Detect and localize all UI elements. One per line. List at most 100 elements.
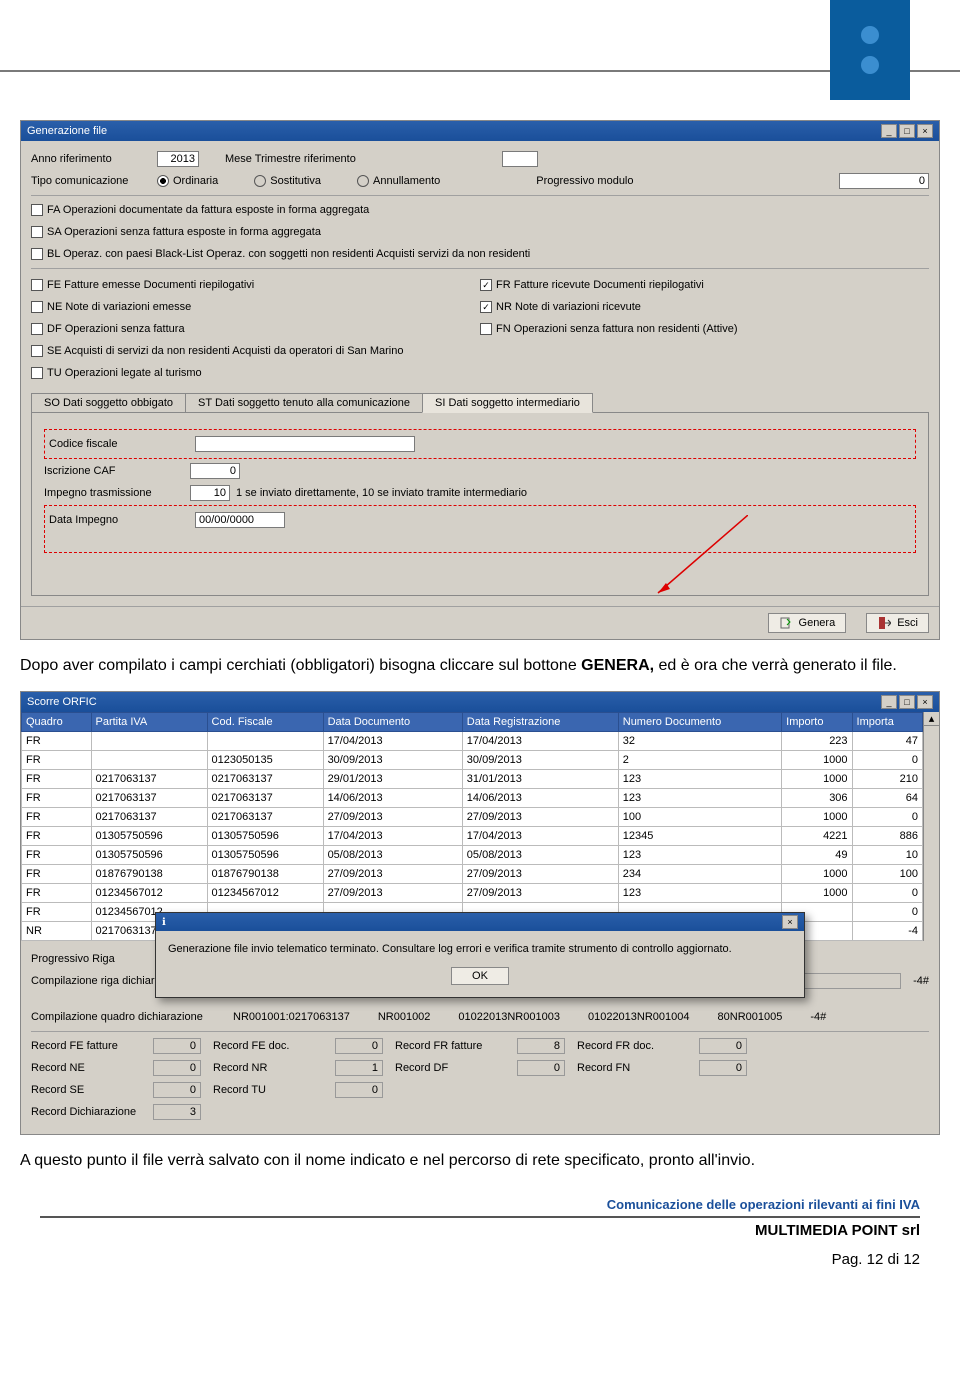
table-header[interactable]: Data Registrazione (462, 713, 618, 732)
progressivo-input[interactable]: 0 (839, 173, 929, 189)
summary-value: 0 (335, 1082, 383, 1098)
table-cell: 17/04/2013 (323, 732, 462, 751)
minimize-button[interactable]: _ (881, 124, 897, 138)
iscr-input[interactable]: 0 (190, 463, 240, 479)
scrollbar[interactable]: ▴ (923, 712, 939, 941)
table-cell: 234 (618, 865, 781, 884)
tipo-label: Tipo comunicazione (31, 175, 151, 187)
table-cell: NR (22, 922, 92, 941)
table-cell: 27/09/2013 (462, 884, 618, 903)
check-fr[interactable]: FR Fatture ricevute Documenti riepilogat… (480, 279, 704, 291)
table-header[interactable]: Quadro (22, 713, 92, 732)
table-header[interactable]: Partita IVA (91, 713, 207, 732)
table-cell: 1000 (782, 884, 852, 903)
table-cell: 31/01/2013 (462, 770, 618, 789)
close-button[interactable]: × (917, 124, 933, 138)
check-df[interactable]: DF Operazioni senza fattura (31, 323, 185, 335)
table-row[interactable]: FR17/04/201317/04/20133222347 (22, 732, 923, 751)
table-row[interactable]: FR018767901380187679013827/09/201327/09/… (22, 865, 923, 884)
table-cell: 0217063137 (91, 770, 207, 789)
cf-input[interactable] (195, 436, 415, 452)
table-row[interactable]: FR0217063137021706313714/06/201314/06/20… (22, 789, 923, 808)
table-cell: FR (22, 884, 92, 903)
table-header[interactable]: Numero Documento (618, 713, 781, 732)
table-cell: 49 (782, 846, 852, 865)
table-cell: 01234567012 (91, 884, 207, 903)
maximize-button[interactable]: □ (899, 124, 915, 138)
check-fn[interactable]: FN Operazioni senza fattura non resident… (480, 323, 738, 335)
table-cell: 0 (852, 884, 922, 903)
table-cell: 0 (852, 903, 922, 922)
table-cell: 01305750596 (207, 827, 323, 846)
separator (31, 195, 929, 196)
check-tu[interactable]: TU Operazioni legate al turismo (31, 367, 202, 379)
table-cell: 32 (618, 732, 781, 751)
check-nr[interactable]: NR Note di variazioni ricevute (480, 301, 641, 313)
mese-label: Mese Trimestre riferimento (225, 153, 356, 165)
check-fe[interactable]: FE Fatture emesse Documenti riepilogativ… (31, 279, 254, 291)
window-scorre-orfic: Scorre ORFIC _ □ × QuadroPartita IVACod.… (20, 691, 940, 1135)
check-se[interactable]: SE Acquisti di servizi da non residenti … (31, 345, 403, 357)
genera-button[interactable]: Genera (768, 613, 847, 633)
check-sa[interactable]: SA Operazioni senza fattura esposte in f… (31, 226, 321, 238)
page-header (0, 0, 960, 120)
tab-so[interactable]: SO Dati soggetto obbigato (31, 393, 186, 413)
summary-value: 0 (517, 1060, 565, 1076)
table-row[interactable]: FR013057505960130575059605/08/201305/08/… (22, 846, 923, 865)
table-row[interactable]: FR0217063137021706313727/09/201327/09/20… (22, 808, 923, 827)
table-cell: 0217063137 (207, 770, 323, 789)
summary-label: Record NR (213, 1062, 323, 1074)
esci-button[interactable]: Esci (866, 613, 929, 633)
data-table[interactable]: QuadroPartita IVACod. FiscaleData Docume… (21, 712, 923, 941)
dialog-ok-button[interactable]: OK (451, 967, 509, 985)
window-generazione-file: Generazione file _ □ × Anno riferimento … (20, 120, 940, 640)
table-cell: 27/09/2013 (323, 865, 462, 884)
table-header[interactable]: Cod. Fiscale (207, 713, 323, 732)
check-fa[interactable]: FA Operazioni documentate da fattura esp… (31, 204, 369, 216)
summary-value: 0 (699, 1060, 747, 1076)
anno-input[interactable]: 2013 (157, 151, 199, 167)
data-input[interactable]: 00/00/0000 (195, 512, 285, 528)
comp-quadro-label: Compilazione quadro dichiarazione (31, 1011, 221, 1023)
summary-value: 0 (335, 1038, 383, 1054)
maximize-button[interactable]: □ (899, 695, 915, 709)
summary-label: Record FE doc. (213, 1040, 323, 1052)
minimize-button[interactable]: _ (881, 695, 897, 709)
table-header[interactable]: Data Documento (323, 713, 462, 732)
table-cell: 27/09/2013 (323, 808, 462, 827)
table-row[interactable]: FR013057505960130575059617/04/201317/04/… (22, 827, 923, 846)
table-cell: 2 (618, 751, 781, 770)
check-bl[interactable]: BL Operaz. con paesi Black-List Operaz. … (31, 248, 530, 260)
table-row[interactable]: FR012305013530/09/201330/09/2013210000 (22, 751, 923, 770)
table-cell: 0217063137 (91, 789, 207, 808)
radio-sostitutiva[interactable]: Sostitutiva (254, 175, 321, 187)
table-header[interactable]: Importa (852, 713, 922, 732)
table-cell: 01305750596 (91, 827, 207, 846)
dialog-close-button[interactable]: × (782, 915, 798, 929)
close-button[interactable]: × (917, 695, 933, 709)
table-cell: FR (22, 827, 92, 846)
page-footer: Comunicazione delle operazioni rilevanti… (40, 1197, 920, 1268)
table-cell: 27/09/2013 (323, 884, 462, 903)
mese-input[interactable] (502, 151, 538, 167)
table-cell: 14/06/2013 (462, 789, 618, 808)
table-row[interactable]: FR0217063137021706313729/01/201331/01/20… (22, 770, 923, 789)
dialog-message: Generazione file invio telematico termin… (168, 943, 792, 955)
table-row[interactable]: FR012345670120123456701227/09/201327/09/… (22, 884, 923, 903)
window-title: Generazione file (27, 125, 107, 137)
check-group-1: FA Operazioni documentate da fattura esp… (31, 200, 929, 264)
table-cell: 30/09/2013 (462, 751, 618, 770)
tab-st[interactable]: ST Dati soggetto tenuto alla comunicazio… (185, 393, 423, 413)
summary-value: 1 (335, 1060, 383, 1076)
imp-label: Impegno trasmissione (44, 487, 184, 499)
radio-ordinaria[interactable]: Ordinaria (157, 175, 218, 187)
summary-value: 0 (699, 1038, 747, 1054)
table-header[interactable]: Importo (782, 713, 852, 732)
summary-value: 0 (153, 1082, 201, 1098)
radio-annullamento[interactable]: Annullamento (357, 175, 440, 187)
imp-input[interactable]: 10 (190, 485, 230, 501)
table-cell: 306 (782, 789, 852, 808)
tab-si[interactable]: SI Dati soggetto intermediario (422, 393, 593, 413)
check-ne[interactable]: NE Note di variazioni emesse (31, 301, 191, 313)
table-cell: 01876790138 (91, 865, 207, 884)
